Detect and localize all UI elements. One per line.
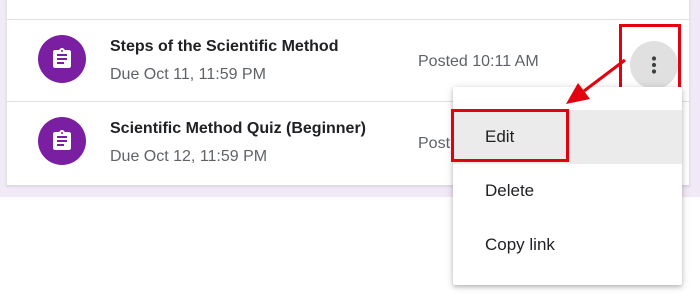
annotation-arrow [566, 58, 626, 104]
